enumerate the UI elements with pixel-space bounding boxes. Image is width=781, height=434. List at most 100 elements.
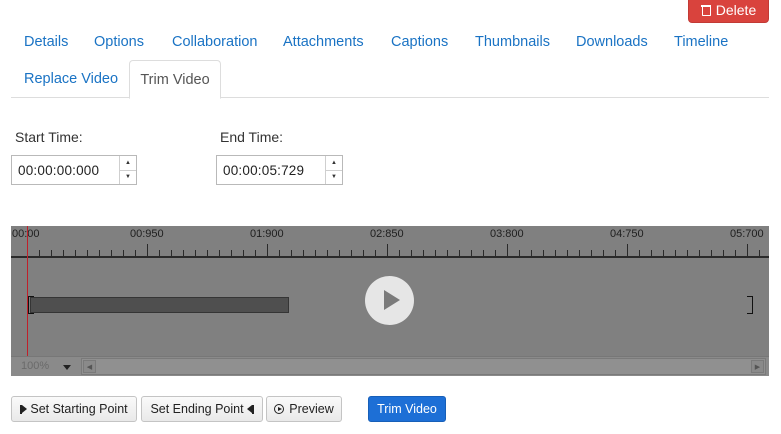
ruler-major-tick — [507, 244, 508, 257]
start-bracket-handle[interactable] — [28, 296, 34, 314]
ruler-minor-tick — [243, 250, 244, 257]
ruler-minor-tick — [255, 250, 256, 257]
delete-label: Delete — [715, 1, 757, 18]
ruler-minor-tick — [327, 250, 328, 257]
tab-attachments[interactable]: Attachments — [283, 34, 364, 50]
ruler-minor-tick — [303, 250, 304, 257]
ruler-minor-tick — [603, 250, 604, 257]
start-time-stepper[interactable]: ▲ ▼ — [119, 156, 136, 184]
ruler-minor-tick — [495, 250, 496, 257]
ruler-minor-tick — [459, 250, 460, 257]
stepper-down-icon[interactable]: ▼ — [120, 171, 136, 185]
ruler-minor-tick — [579, 250, 580, 257]
stepper-up-icon[interactable]: ▲ — [120, 156, 136, 171]
ruler-tick-label: 00:00 — [12, 228, 40, 240]
ruler-baseline — [11, 256, 769, 258]
ruler-minor-tick — [63, 250, 64, 257]
ruler-minor-tick — [699, 250, 700, 257]
ruler-tick-label: 05:700 — [730, 228, 764, 240]
playhead[interactable] — [27, 226, 28, 356]
tab-trim-video-label: Trim Video — [140, 71, 210, 88]
end-time-input[interactable]: 00:00:05:729 ▲ ▼ — [216, 155, 343, 185]
stepper-up-icon[interactable]: ▲ — [326, 156, 342, 171]
ruler-minor-tick — [555, 250, 556, 257]
ruler-minor-tick — [231, 250, 232, 257]
start-time-value: 00:00:00:000 — [18, 162, 100, 178]
chevron-down-icon[interactable] — [63, 365, 71, 370]
end-time-label: End Time: — [220, 129, 284, 145]
play-icon[interactable] — [365, 276, 414, 325]
ruler-minor-tick — [543, 250, 544, 257]
ruler-minor-tick — [759, 250, 760, 257]
preview-label: Preview — [289, 402, 334, 416]
zoom-level[interactable]: 100% — [21, 360, 49, 372]
ruler-minor-tick — [663, 250, 664, 257]
tab-captions[interactable]: Captions — [391, 34, 448, 50]
ruler-minor-tick — [135, 250, 136, 257]
skip-start-icon — [20, 404, 28, 414]
preview-button[interactable]: Preview — [266, 396, 342, 422]
ruler-minor-tick — [723, 250, 724, 257]
end-time-stepper[interactable]: ▲ ▼ — [325, 156, 342, 184]
ruler-minor-tick — [111, 250, 112, 257]
trim-video-button[interactable]: Trim Video — [368, 396, 446, 422]
ruler-minor-tick — [363, 250, 364, 257]
timeline-scrollbar[interactable]: ◀ ▶ — [81, 358, 766, 375]
tab-trim-video[interactable]: Trim Video — [129, 60, 221, 99]
start-time-input[interactable]: 00:00:00:000 ▲ ▼ — [11, 155, 137, 185]
end-time-value: 00:00:05:729 — [223, 162, 305, 178]
tab-downloads[interactable]: Downloads — [576, 34, 648, 50]
tab-details[interactable]: Details — [24, 34, 68, 50]
tab-thumbnails[interactable]: Thumbnails — [475, 34, 550, 50]
ruler-minor-tick — [375, 250, 376, 257]
ruler-minor-tick — [435, 250, 436, 257]
end-bracket-handle[interactable] — [747, 296, 753, 314]
ruler-minor-tick — [279, 250, 280, 257]
ruler-minor-tick — [675, 250, 676, 257]
ruler-minor-tick — [735, 250, 736, 257]
ruler-minor-tick — [483, 250, 484, 257]
ruler-tick-label: 00:950 — [130, 228, 164, 240]
ruler-minor-tick — [591, 250, 592, 257]
ruler-minor-tick — [339, 250, 340, 257]
ruler-minor-tick — [39, 250, 40, 257]
ruler-tick-label: 03:800 — [490, 228, 524, 240]
ruler-minor-tick — [207, 250, 208, 257]
tab-timeline[interactable]: Timeline — [674, 34, 728, 50]
ruler-minor-tick — [87, 250, 88, 257]
ruler-minor-tick — [195, 250, 196, 257]
ruler-minor-tick — [123, 250, 124, 257]
set-ending-point-button[interactable]: Set Ending Point — [141, 396, 263, 422]
ruler-major-tick — [267, 244, 268, 257]
trim-video-label: Trim Video — [377, 402, 437, 416]
ruler-minor-tick — [219, 250, 220, 257]
ruler-minor-tick — [351, 250, 352, 257]
scroll-left-icon[interactable]: ◀ — [83, 360, 96, 373]
delete-button[interactable]: Delete — [688, 0, 769, 23]
ruler-minor-tick — [399, 250, 400, 257]
ruler-minor-tick — [711, 250, 712, 257]
tab-collaboration[interactable]: Collaboration — [172, 34, 257, 50]
ruler-major-tick — [747, 244, 748, 257]
scroll-right-icon[interactable]: ▶ — [751, 360, 764, 373]
play-circle-icon — [274, 404, 285, 414]
ruler-major-tick — [387, 244, 388, 257]
trim-timeline[interactable]: 00:00 00:950 01:900 02:850 03:800 04:750… — [11, 226, 769, 376]
set-starting-point-button[interactable]: Set Starting Point — [11, 396, 137, 422]
ruler-minor-tick — [447, 250, 448, 257]
ruler-minor-tick — [171, 250, 172, 257]
ruler-minor-tick — [315, 250, 316, 257]
ruler-minor-tick — [183, 250, 184, 257]
skip-end-icon — [246, 404, 254, 414]
ruler-minor-tick — [687, 250, 688, 257]
tab-replace-video[interactable]: Replace Video — [24, 71, 118, 87]
tab-divider — [11, 97, 769, 98]
ruler-minor-tick — [423, 250, 424, 257]
ruler-tick-label: 02:850 — [370, 228, 404, 240]
tab-options[interactable]: Options — [94, 34, 144, 50]
ruler-minor-tick — [291, 250, 292, 257]
trim-segment[interactable] — [30, 297, 289, 313]
ruler-tick-label: 01:900 — [250, 228, 284, 240]
stepper-down-icon[interactable]: ▼ — [326, 171, 342, 185]
ruler-minor-tick — [99, 250, 100, 257]
